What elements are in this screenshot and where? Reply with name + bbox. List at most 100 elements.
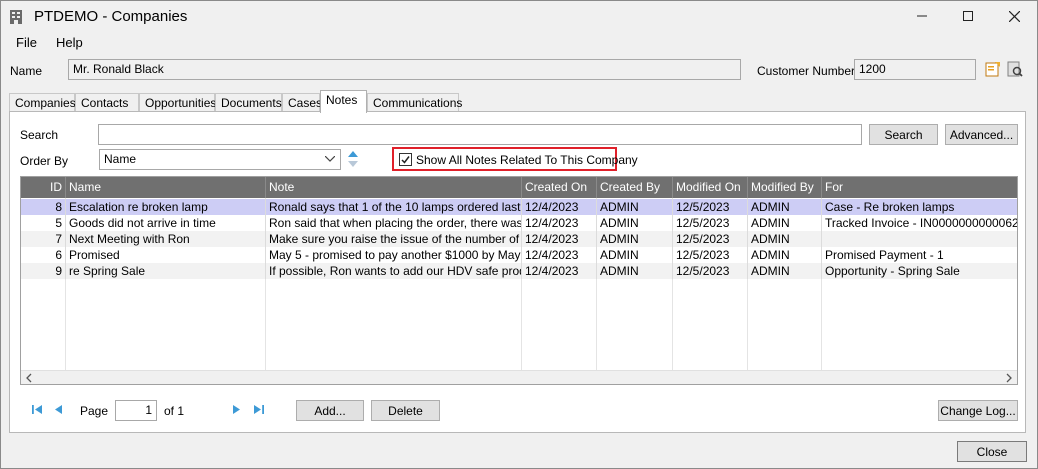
- table-row[interactable]: 7 Next Meeting with Ron Make sure you ra…: [21, 231, 1017, 247]
- table-row[interactable]: 8 Escalation re broken lamp Ronald says …: [21, 199, 1017, 215]
- tab-contacts[interactable]: Contacts: [75, 93, 139, 112]
- window-title: PTDEMO - Companies: [34, 8, 188, 25]
- cell-modified-by: ADMIN: [748, 263, 822, 279]
- col-header-name[interactable]: Name: [66, 177, 266, 198]
- delete-button[interactable]: Delete: [371, 400, 440, 421]
- cell-created-on: 12/4/2023: [522, 215, 597, 231]
- table-row[interactable]: 5 Goods did not arrive in time Ron said …: [21, 215, 1017, 231]
- tab-documents[interactable]: Documents: [215, 93, 282, 112]
- cell-id: 8: [21, 199, 66, 215]
- cell-id: 9: [21, 263, 66, 279]
- cell-created-by: ADMIN: [597, 199, 673, 215]
- minimize-icon: [917, 15, 927, 17]
- cell-for: Promised Payment - 1: [825, 248, 944, 262]
- table-row[interactable]: 9 re Spring Sale If possible, Ron wants …: [21, 263, 1017, 279]
- cell-modified-on: 12/5/2023: [673, 247, 748, 263]
- order-by-select[interactable]: Name: [99, 149, 341, 170]
- tab-communications[interactable]: Communications: [367, 93, 462, 112]
- cell-name: Escalation re broken lamp: [66, 199, 266, 215]
- page-number-input[interactable]: 1: [115, 400, 157, 421]
- first-page-icon[interactable]: [31, 404, 43, 415]
- cell-modified-on: 12/5/2023: [673, 263, 748, 279]
- cell-modified-by: ADMIN: [748, 215, 822, 231]
- cell-modified-by: ADMIN: [748, 231, 822, 247]
- col-header-note[interactable]: Note: [266, 177, 522, 198]
- last-page-icon[interactable]: [253, 404, 265, 415]
- col-header-modified-on[interactable]: Modified On: [673, 177, 748, 198]
- grid-header: ID Name Note Created On Created By Modif…: [21, 177, 1017, 198]
- cell-created-by: ADMIN: [597, 215, 673, 231]
- col-header-modified-by[interactable]: Modified By: [748, 177, 822, 198]
- close-button[interactable]: Close: [957, 441, 1027, 462]
- cell-created-on: 12/4/2023: [522, 199, 597, 215]
- name-label: Name: [10, 64, 43, 78]
- maximize-icon: [963, 11, 973, 21]
- col-header-created-on[interactable]: Created On: [522, 177, 597, 198]
- cell-note: If possible, Ron wants to add our HDV sa…: [266, 263, 522, 279]
- tab-cases[interactable]: Cases: [282, 93, 322, 112]
- cell-modified-on: 12/5/2023: [673, 199, 748, 215]
- show-all-notes-checkbox[interactable]: [399, 153, 412, 166]
- search-label: Search: [20, 128, 59, 142]
- page-label: Page: [80, 404, 109, 418]
- cell-created-by: ADMIN: [597, 247, 673, 263]
- minimize-button[interactable]: [899, 1, 945, 31]
- lookup-icon[interactable]: [1007, 61, 1023, 77]
- name-field[interactable]: Mr. Ronald Black: [68, 59, 741, 80]
- cell-note: May 5 - promised to pay another $1000 by…: [266, 247, 522, 263]
- cell-name: re Spring Sale: [66, 263, 266, 279]
- cell-created-by: ADMIN: [597, 263, 673, 279]
- cell-id: 7: [21, 231, 66, 247]
- col-header-for[interactable]: For: [822, 177, 1017, 198]
- previous-page-icon[interactable]: [54, 404, 63, 415]
- close-icon: [1008, 10, 1020, 22]
- cell-modified-by: ADMIN: [748, 247, 822, 263]
- search-input[interactable]: [98, 124, 862, 145]
- cell-id: 6: [21, 247, 66, 263]
- notes-grid: ID Name Note Created On Created By Modif…: [20, 176, 1018, 385]
- building-icon: [10, 10, 22, 24]
- col-header-id[interactable]: ID: [21, 177, 66, 198]
- menu-bar: File Help: [1, 33, 1037, 53]
- cell-created-on: 12/4/2023: [522, 263, 597, 279]
- cell-created-by: ADMIN: [597, 231, 673, 247]
- cell-note: Make sure you raise the issue of the num…: [266, 231, 522, 247]
- scroll-left-icon[interactable]: [25, 373, 33, 383]
- add-button[interactable]: Add...: [296, 400, 364, 421]
- cell-modified-on: 12/5/2023: [673, 231, 748, 247]
- checkmark-icon: [401, 156, 410, 164]
- order-by-label: Order By: [20, 154, 69, 168]
- menu-help[interactable]: Help: [56, 35, 83, 50]
- col-header-created-by[interactable]: Created By: [597, 177, 673, 198]
- customer-number-label: Customer Number: [757, 64, 856, 78]
- cell-modified-on: 12/5/2023: [673, 215, 748, 231]
- tab-companies[interactable]: Companies: [9, 93, 76, 112]
- note-edit-icon[interactable]: [985, 61, 1001, 77]
- page-count-label: of 1: [164, 404, 185, 418]
- close-window-button[interactable]: [991, 1, 1037, 31]
- change-log-button[interactable]: Change Log...: [938, 400, 1018, 421]
- next-page-icon[interactable]: [232, 404, 241, 415]
- sort-direction-icon[interactable]: [347, 150, 359, 168]
- show-all-notes-label[interactable]: Show All Notes Related To This Company: [416, 153, 638, 167]
- cell-id: 5: [21, 215, 66, 231]
- horizontal-scrollbar[interactable]: [21, 370, 1017, 384]
- cell-created-on: 12/4/2023: [522, 247, 597, 263]
- search-button[interactable]: Search: [869, 124, 938, 145]
- cell-for: Tracked Invoice - IN0000000000062: [825, 216, 1017, 230]
- cell-modified-by: ADMIN: [748, 199, 822, 215]
- title-bar: PTDEMO - Companies: [1, 1, 1037, 33]
- cell-name: Goods did not arrive in time: [66, 215, 266, 231]
- table-row[interactable]: 6 Promised May 5 - promised to pay anoth…: [21, 247, 1017, 263]
- tab-notes[interactable]: Notes: [320, 90, 367, 113]
- scroll-right-icon[interactable]: [1005, 373, 1013, 383]
- advanced-button[interactable]: Advanced...: [945, 124, 1018, 145]
- customer-number-field[interactable]: 1200: [854, 59, 976, 80]
- tab-opportunities[interactable]: Opportunities: [139, 93, 216, 112]
- menu-file[interactable]: File: [16, 35, 37, 50]
- cell-for: Opportunity - Spring Sale: [825, 264, 960, 278]
- cell-created-on: 12/4/2023: [522, 231, 597, 247]
- cell-for: [822, 231, 1017, 247]
- chevron-down-icon: [325, 156, 335, 162]
- maximize-button[interactable]: [945, 1, 991, 31]
